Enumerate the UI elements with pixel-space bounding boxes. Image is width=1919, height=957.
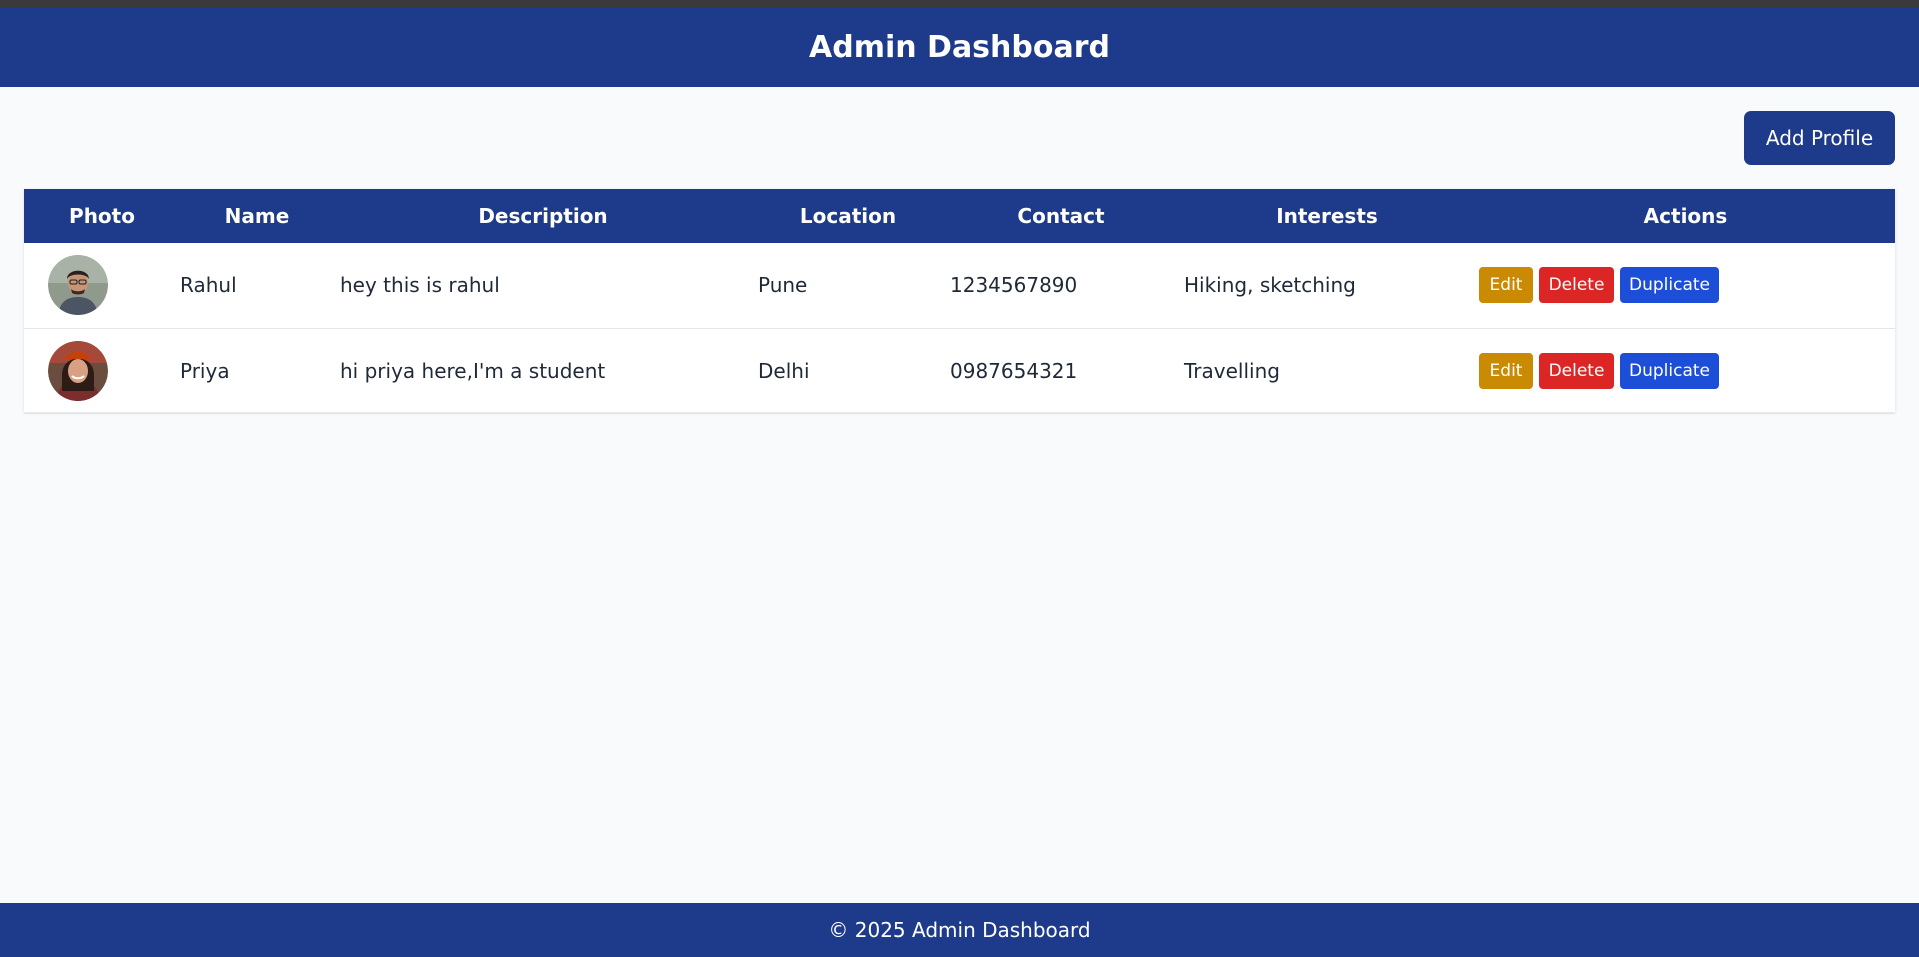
footer-copyright: © 2025 Admin Dashboard: [828, 918, 1091, 942]
location-cell: Pune: [758, 273, 808, 298]
window-top-strip: [0, 0, 1919, 8]
duplicate-button[interactable]: Duplicate: [1620, 352, 1719, 389]
column-header-actions: Actions: [1643, 204, 1728, 228]
photo-cell: [24, 328, 180, 413]
profiles-table-container: Photo Name Description Location Contact …: [24, 189, 1895, 414]
location-cell: Delhi: [758, 358, 810, 383]
column-header-location: Location: [799, 204, 897, 228]
row-actions: Edit Delete Duplicate: [1479, 267, 1895, 304]
photo-cell: [24, 243, 180, 328]
page-header: Admin Dashboard: [0, 8, 1919, 87]
profiles-table: Photo Name Description Location Contact …: [24, 189, 1895, 414]
column-header-interests: Interests: [1276, 204, 1378, 228]
description-cell: hi priya here,I'm a student: [340, 358, 606, 383]
delete-button[interactable]: Delete: [1539, 267, 1614, 304]
contact-cell: 1234567890: [950, 273, 1078, 298]
page-title: Admin Dashboard: [809, 30, 1110, 65]
duplicate-button[interactable]: Duplicate: [1620, 267, 1719, 304]
table-row: Priya hi priya here,I'm a student Delhi …: [24, 328, 1895, 413]
name-cell: Priya: [180, 358, 230, 383]
column-header-name: Name: [224, 204, 290, 228]
table-header-row: Photo Name Description Location Contact …: [24, 189, 1895, 243]
column-header-photo: Photo: [69, 204, 135, 228]
table-row: Rahul hey this is rahul Pune 1234567890 …: [24, 243, 1895, 328]
delete-button[interactable]: Delete: [1539, 352, 1614, 389]
edit-button[interactable]: Edit: [1479, 267, 1533, 304]
actions-cell: Edit Delete Duplicate: [1476, 243, 1895, 328]
avatar: [48, 255, 108, 316]
interests-cell: Hiking, sketching: [1184, 273, 1356, 298]
interests-cell: Travelling: [1184, 358, 1280, 383]
edit-button[interactable]: Edit: [1479, 352, 1533, 389]
page-footer: © 2025 Admin Dashboard: [0, 903, 1919, 957]
row-actions: Edit Delete Duplicate: [1479, 352, 1895, 389]
actions-cell: Edit Delete Duplicate: [1476, 328, 1895, 413]
description-cell: hey this is rahul: [340, 273, 500, 298]
column-header-description: Description: [478, 204, 608, 228]
contact-cell: 0987654321: [950, 358, 1078, 383]
add-profile-button[interactable]: Add Profile: [1744, 111, 1895, 165]
avatar: [48, 340, 108, 401]
column-header-contact: Contact: [1017, 204, 1105, 228]
name-cell: Rahul: [180, 273, 237, 298]
